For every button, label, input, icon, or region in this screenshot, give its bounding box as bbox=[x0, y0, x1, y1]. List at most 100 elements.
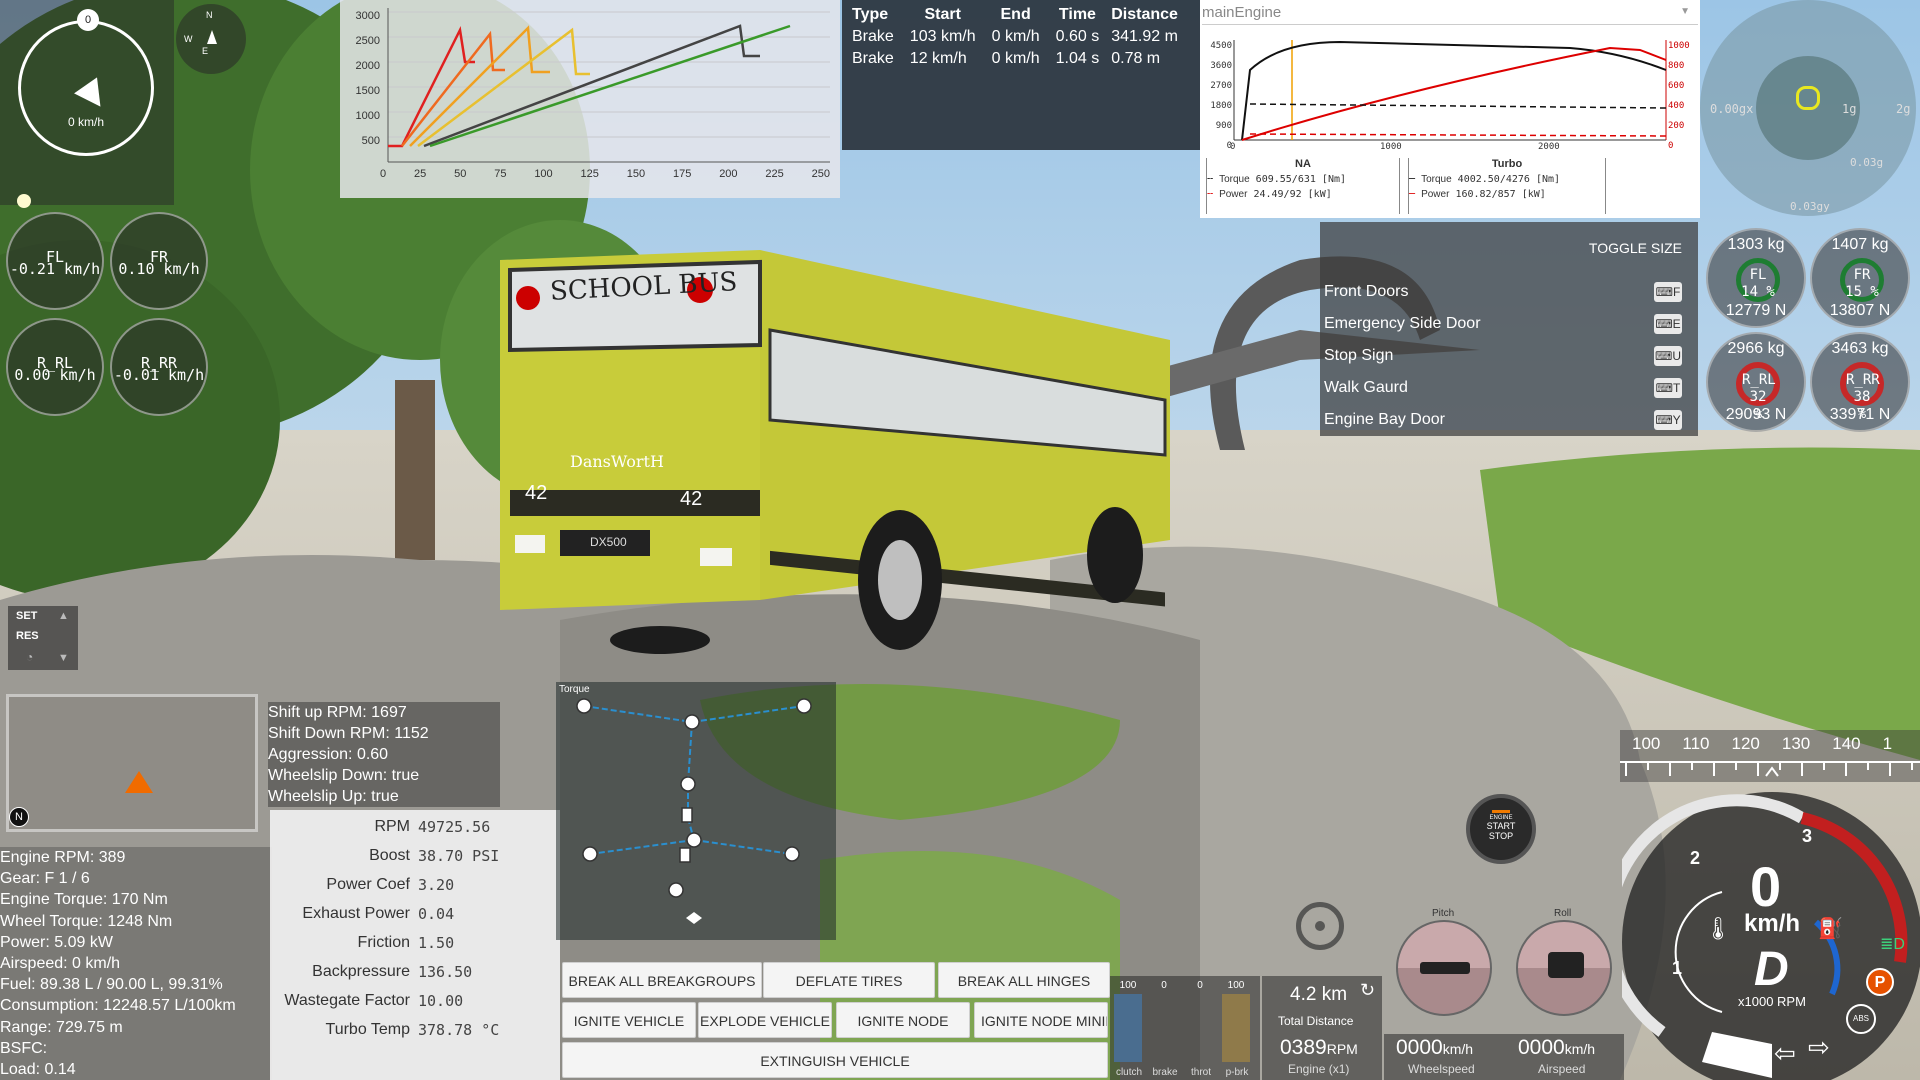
tire-mass: 1407 kg bbox=[1831, 236, 1889, 253]
pitch-truck-icon bbox=[1420, 962, 1470, 974]
legend-unit: [Nm] bbox=[1535, 174, 1561, 185]
torque-tree-diagram bbox=[576, 698, 812, 924]
cell: 341.92 m bbox=[1111, 28, 1178, 45]
cruise-speed-icon: ◔ bbox=[26, 650, 34, 664]
tire-force: 29093 N bbox=[1725, 406, 1787, 423]
tire-name: R_RR bbox=[1846, 372, 1880, 388]
legend-value: 609.55/631 bbox=[1255, 174, 1316, 185]
deflate-tires-button[interactable]: DEFLATE TIRES bbox=[763, 962, 935, 998]
roll-label: Roll bbox=[1554, 908, 1572, 919]
speed-tape-scale bbox=[1620, 761, 1920, 777]
toggle-engine-bay-door[interactable]: Engine Bay Door ⌨Y bbox=[1324, 404, 1694, 436]
pedal-label: p-brk bbox=[1225, 1067, 1249, 1078]
gforce-y-label: 0.03gy bbox=[1790, 200, 1830, 213]
wheel-speed-value: 0.10 km/h bbox=[118, 260, 200, 278]
speedometer: 0 km/h D x1000 RPM 1 2 3 🌡 ⛽ ≣D P ABS ⇦ … bbox=[1622, 782, 1920, 1080]
toggle-walk-guard[interactable]: Walk Gaurd ⌨T bbox=[1324, 372, 1694, 404]
speed-unit: km/h bbox=[1744, 910, 1801, 937]
tire-name: FL bbox=[1749, 267, 1767, 283]
cell: 1.04 s bbox=[1055, 50, 1100, 67]
compass-arrow-icon bbox=[207, 30, 217, 44]
y-tick: 600 bbox=[1668, 81, 1685, 91]
readout-value: 0389RPM bbox=[1280, 1036, 1358, 1059]
engine-start-stop-button[interactable]: ENGINE START STOP bbox=[1466, 794, 1536, 864]
legend-unit: [kW] bbox=[1307, 189, 1332, 200]
y-tick: 200 bbox=[1668, 121, 1685, 131]
cruise-res-button[interactable]: RES bbox=[16, 630, 39, 642]
prop-value: 10.00 bbox=[418, 992, 464, 1010]
wheelspeed-readout: 0000km/h Wheelspeed bbox=[1384, 1034, 1504, 1080]
toggle-front-doors[interactable]: Front Doors ⌨F bbox=[1324, 276, 1694, 308]
engine-stat-line: Engine Torque: 170 Nm bbox=[0, 891, 168, 909]
gforce-2g-label: 2g bbox=[1896, 102, 1911, 116]
turbo-props-panel: RPM 49725.56 Boost 38.70 PSI Power Coef 3.2… bbox=[270, 810, 560, 1080]
turbo-prop-row: Wastegate Factor 10.00 bbox=[270, 992, 560, 1021]
speed-tape-ticks: 100 110 120 130 140 1 bbox=[1632, 734, 1920, 754]
toggle-size-button[interactable]: TOGGLE SIZE bbox=[1589, 240, 1682, 256]
pedal-value: 0 bbox=[1197, 980, 1203, 991]
y-tick: 400 bbox=[1668, 101, 1685, 111]
tire-ring: FL 14 % bbox=[1736, 258, 1780, 302]
y-tick: 1000 bbox=[1668, 41, 1690, 51]
engine-stat-line: Fuel: 89.38 L / 90.00 L, 99.31% bbox=[0, 976, 223, 994]
shift-info-line: Aggression: 0.60 bbox=[268, 746, 389, 763]
readout-value: 0000km/h bbox=[1396, 1036, 1474, 1059]
cell: 0 km/h bbox=[991, 28, 1040, 45]
roll-truck-icon bbox=[1548, 952, 1584, 978]
pedal-throttle: 0 throt bbox=[1186, 976, 1216, 1080]
toggle-emergency-side-door[interactable]: Emergency Side Door ⌨E bbox=[1324, 308, 1694, 340]
wheel-speed-rl: R_RL 0.00 km/h bbox=[6, 318, 104, 416]
chevron-down-icon: ▼ bbox=[1680, 6, 1690, 17]
explode-vehicle-button[interactable]: EXPLODE VEHICLE bbox=[698, 1002, 832, 1038]
readout-label: Engine (x1) bbox=[1288, 1062, 1350, 1076]
shift-info: Shift up RPM: 1697 Shift Down RPM: 1152 … bbox=[268, 702, 500, 807]
cell: 0 km/h bbox=[991, 50, 1040, 67]
compass-w: W bbox=[184, 34, 193, 44]
ignite-node-minim-button[interactable]: IGNITE NODE MINIM bbox=[974, 1002, 1108, 1038]
ignite-vehicle-button[interactable]: IGNITE VEHICLE bbox=[562, 1002, 696, 1038]
cruise-up-icon[interactable]: ▲ bbox=[58, 610, 69, 622]
tape-tick: 1 bbox=[1882, 734, 1893, 753]
ignite-node-button[interactable]: IGNITE NODE bbox=[836, 1002, 970, 1038]
minimap: N bbox=[6, 694, 258, 832]
y-tick: 1500 bbox=[355, 85, 380, 97]
x-tick: 175 bbox=[672, 168, 692, 180]
wheel-speed-value: -0.01 km/h bbox=[113, 366, 205, 384]
tire-load-fr: 1407 kg FR 15 % 13807 N bbox=[1810, 228, 1910, 328]
legend-label: Torque bbox=[1219, 174, 1250, 185]
gforce-x-label: 0.00gx bbox=[1710, 102, 1754, 116]
tape-tick: 140 bbox=[1832, 734, 1861, 753]
cell: Brake bbox=[852, 50, 894, 67]
tape-tick: 130 bbox=[1781, 734, 1811, 753]
extinguish-vehicle-button[interactable]: EXTINGUISH VEHICLE bbox=[562, 1042, 1108, 1078]
y-tick: 1000 bbox=[355, 110, 380, 122]
cell: 103 km/h bbox=[909, 28, 976, 45]
wheel-speed-fl: FL -0.21 km/h bbox=[6, 212, 104, 310]
brake-table-panel: Type Start End Time Distance Brake 103 k… bbox=[842, 0, 1200, 150]
toggle-label: Engine Bay Door bbox=[1324, 411, 1445, 428]
wheel-speed-value: 0.00 km/h bbox=[14, 366, 96, 384]
y-tick: 1800 bbox=[1210, 101, 1232, 111]
tire-force: 33971 N bbox=[1829, 406, 1891, 423]
tire-ring: R_RL 32 % bbox=[1736, 362, 1780, 422]
speed-dial: 0 0 km/h bbox=[18, 9, 154, 156]
tire-name: R_RL bbox=[1742, 372, 1776, 388]
break-all-hinges-button[interactable]: BREAK ALL HINGES bbox=[938, 962, 1110, 998]
tire-mass: 2966 kg bbox=[1727, 340, 1785, 357]
cruise-set-button[interactable]: SET bbox=[16, 610, 37, 622]
break-all-breakgroups-button[interactable]: BREAK ALL BREAKGROUPS bbox=[562, 962, 762, 998]
turbo-prop-row: RPM 49725.56 bbox=[270, 818, 560, 847]
toggle-label: Emergency Side Door bbox=[1324, 315, 1481, 332]
cruise-down-icon[interactable]: ▼ bbox=[58, 652, 69, 664]
pedal-brake: 0 brake bbox=[1150, 976, 1180, 1080]
engine-stat-line: Wheel Torque: 1248 Nm bbox=[0, 912, 173, 930]
legend-unit: [kW] bbox=[1521, 189, 1546, 200]
turbo-prop-row: Friction 1.50 bbox=[270, 934, 560, 963]
toggle-stop-sign[interactable]: Stop Sign ⌨U bbox=[1324, 340, 1694, 372]
engine-stat-line: Gear: F 1 / 6 bbox=[0, 870, 90, 888]
y-tick: 3000 bbox=[355, 10, 380, 22]
tire-mass: 1303 kg bbox=[1727, 236, 1785, 253]
reset-icon[interactable]: ↻ bbox=[1360, 980, 1375, 1001]
engine-select[interactable]: mainEngine ▼ bbox=[1202, 4, 1698, 25]
needle-icon bbox=[74, 77, 112, 115]
